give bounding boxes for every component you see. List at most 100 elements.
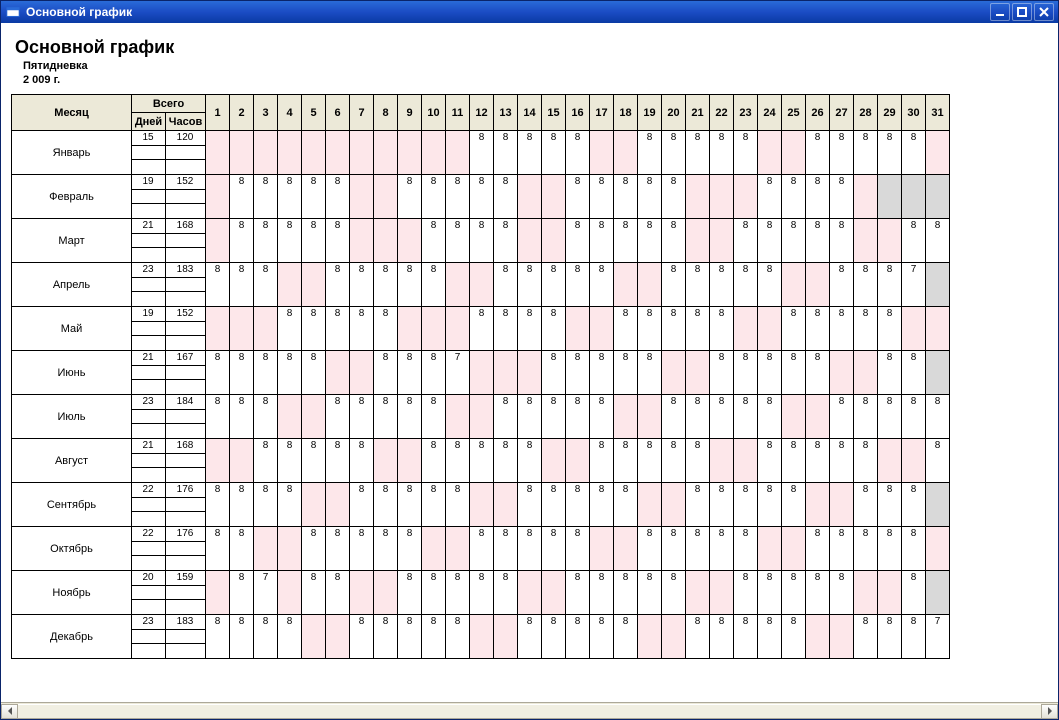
cell-8-17[interactable]: 8 xyxy=(590,483,614,527)
header-day-16[interactable]: 16 xyxy=(566,95,590,131)
cell-10-14[interactable] xyxy=(518,571,542,615)
cell-4-2[interactable] xyxy=(230,307,254,351)
cell-2-28[interactable] xyxy=(854,219,878,263)
month-0-sub1-hours[interactable] xyxy=(166,145,206,160)
cell-11-1[interactable]: 8 xyxy=(206,615,230,659)
cell-7-3[interactable]: 8 xyxy=(254,439,278,483)
month-5-sub1-hours[interactable] xyxy=(166,365,206,380)
maximize-button[interactable] xyxy=(1012,3,1032,21)
cell-0-25[interactable] xyxy=(782,131,806,175)
cell-1-4[interactable]: 8 xyxy=(278,175,302,219)
cell-0-28[interactable]: 8 xyxy=(854,131,878,175)
cell-2-27[interactable]: 8 xyxy=(830,219,854,263)
cell-2-23[interactable]: 8 xyxy=(734,219,758,263)
cell-0-31[interactable] xyxy=(926,131,950,175)
header-day-18[interactable]: 18 xyxy=(614,95,638,131)
cell-0-18[interactable] xyxy=(614,131,638,175)
header-day-29[interactable]: 29 xyxy=(878,95,902,131)
cell-0-19[interactable]: 8 xyxy=(638,131,662,175)
cell-3-28[interactable]: 8 xyxy=(854,263,878,307)
cell-10-27[interactable]: 8 xyxy=(830,571,854,615)
cell-2-19[interactable]: 8 xyxy=(638,219,662,263)
cell-2-4[interactable]: 8 xyxy=(278,219,302,263)
cell-6-29[interactable]: 8 xyxy=(878,395,902,439)
cell-3-6[interactable]: 8 xyxy=(326,263,350,307)
cell-8-23[interactable]: 8 xyxy=(734,483,758,527)
month-3-sub2-days[interactable] xyxy=(132,292,166,307)
month-4-sub1-hours[interactable] xyxy=(166,321,206,336)
cell-3-26[interactable] xyxy=(806,263,830,307)
cell-4-11[interactable] xyxy=(446,307,470,351)
month-11-sub2-days[interactable] xyxy=(132,644,166,659)
cell-8-22[interactable]: 8 xyxy=(710,483,734,527)
cell-2-3[interactable]: 8 xyxy=(254,219,278,263)
cell-3-9[interactable]: 8 xyxy=(398,263,422,307)
cell-1-27[interactable]: 8 xyxy=(830,175,854,219)
cell-8-30[interactable]: 8 xyxy=(902,483,926,527)
cell-2-14[interactable] xyxy=(518,219,542,263)
cell-9-30[interactable]: 8 xyxy=(902,527,926,571)
cell-4-12[interactable]: 8 xyxy=(470,307,494,351)
cell-4-30[interactable] xyxy=(902,307,926,351)
cell-9-29[interactable]: 8 xyxy=(878,527,902,571)
cell-3-4[interactable] xyxy=(278,263,302,307)
cell-2-2[interactable]: 8 xyxy=(230,219,254,263)
cell-4-31[interactable] xyxy=(926,307,950,351)
header-day-19[interactable]: 19 xyxy=(638,95,662,131)
cell-3-3[interactable]: 8 xyxy=(254,263,278,307)
header-day-2[interactable]: 2 xyxy=(230,95,254,131)
header-day-21[interactable]: 21 xyxy=(686,95,710,131)
cell-6-22[interactable]: 8 xyxy=(710,395,734,439)
cell-6-4[interactable] xyxy=(278,395,302,439)
cell-8-16[interactable]: 8 xyxy=(566,483,590,527)
month-6-sub2-hours[interactable] xyxy=(166,424,206,439)
cell-8-6[interactable] xyxy=(326,483,350,527)
cell-10-9[interactable]: 8 xyxy=(398,571,422,615)
cell-0-23[interactable]: 8 xyxy=(734,131,758,175)
month-4-sub2-hours[interactable] xyxy=(166,336,206,351)
cell-4-13[interactable]: 8 xyxy=(494,307,518,351)
cell-2-5[interactable]: 8 xyxy=(302,219,326,263)
cell-5-19[interactable]: 8 xyxy=(638,351,662,395)
cell-11-16[interactable]: 8 xyxy=(566,615,590,659)
cell-2-1[interactable] xyxy=(206,219,230,263)
cell-7-14[interactable]: 8 xyxy=(518,439,542,483)
cell-11-12[interactable] xyxy=(470,615,494,659)
cell-9-6[interactable]: 8 xyxy=(326,527,350,571)
cell-5-18[interactable]: 8 xyxy=(614,351,638,395)
cell-4-22[interactable]: 8 xyxy=(710,307,734,351)
header-day-23[interactable]: 23 xyxy=(734,95,758,131)
cell-5-7[interactable] xyxy=(350,351,374,395)
cell-5-22[interactable]: 8 xyxy=(710,351,734,395)
cell-11-8[interactable]: 8 xyxy=(374,615,398,659)
cell-11-4[interactable]: 8 xyxy=(278,615,302,659)
cell-6-8[interactable]: 8 xyxy=(374,395,398,439)
cell-0-24[interactable] xyxy=(758,131,782,175)
cell-5-10[interactable]: 8 xyxy=(422,351,446,395)
cell-2-24[interactable]: 8 xyxy=(758,219,782,263)
month-1-hours[interactable]: 152 xyxy=(166,175,206,190)
month-9-sub1-hours[interactable] xyxy=(166,541,206,556)
cell-1-28[interactable] xyxy=(854,175,878,219)
cell-10-15[interactable] xyxy=(542,571,566,615)
header-day-20[interactable]: 20 xyxy=(662,95,686,131)
month-6-hours[interactable]: 184 xyxy=(166,395,206,410)
cell-3-20[interactable]: 8 xyxy=(662,263,686,307)
cell-10-5[interactable]: 8 xyxy=(302,571,326,615)
cell-7-16[interactable] xyxy=(566,439,590,483)
month-5-sub1-days[interactable] xyxy=(132,365,166,380)
header-day-7[interactable]: 7 xyxy=(350,95,374,131)
month-2-sub1-hours[interactable] xyxy=(166,233,206,248)
cell-8-27[interactable] xyxy=(830,483,854,527)
cell-8-13[interactable] xyxy=(494,483,518,527)
cell-0-7[interactable] xyxy=(350,131,374,175)
cell-8-12[interactable] xyxy=(470,483,494,527)
cell-1-21[interactable] xyxy=(686,175,710,219)
cell-3-2[interactable]: 8 xyxy=(230,263,254,307)
cell-4-3[interactable] xyxy=(254,307,278,351)
cell-7-11[interactable]: 8 xyxy=(446,439,470,483)
cell-10-22[interactable] xyxy=(710,571,734,615)
month-8-sub2-hours[interactable] xyxy=(166,512,206,527)
cell-2-18[interactable]: 8 xyxy=(614,219,638,263)
cell-2-15[interactable] xyxy=(542,219,566,263)
